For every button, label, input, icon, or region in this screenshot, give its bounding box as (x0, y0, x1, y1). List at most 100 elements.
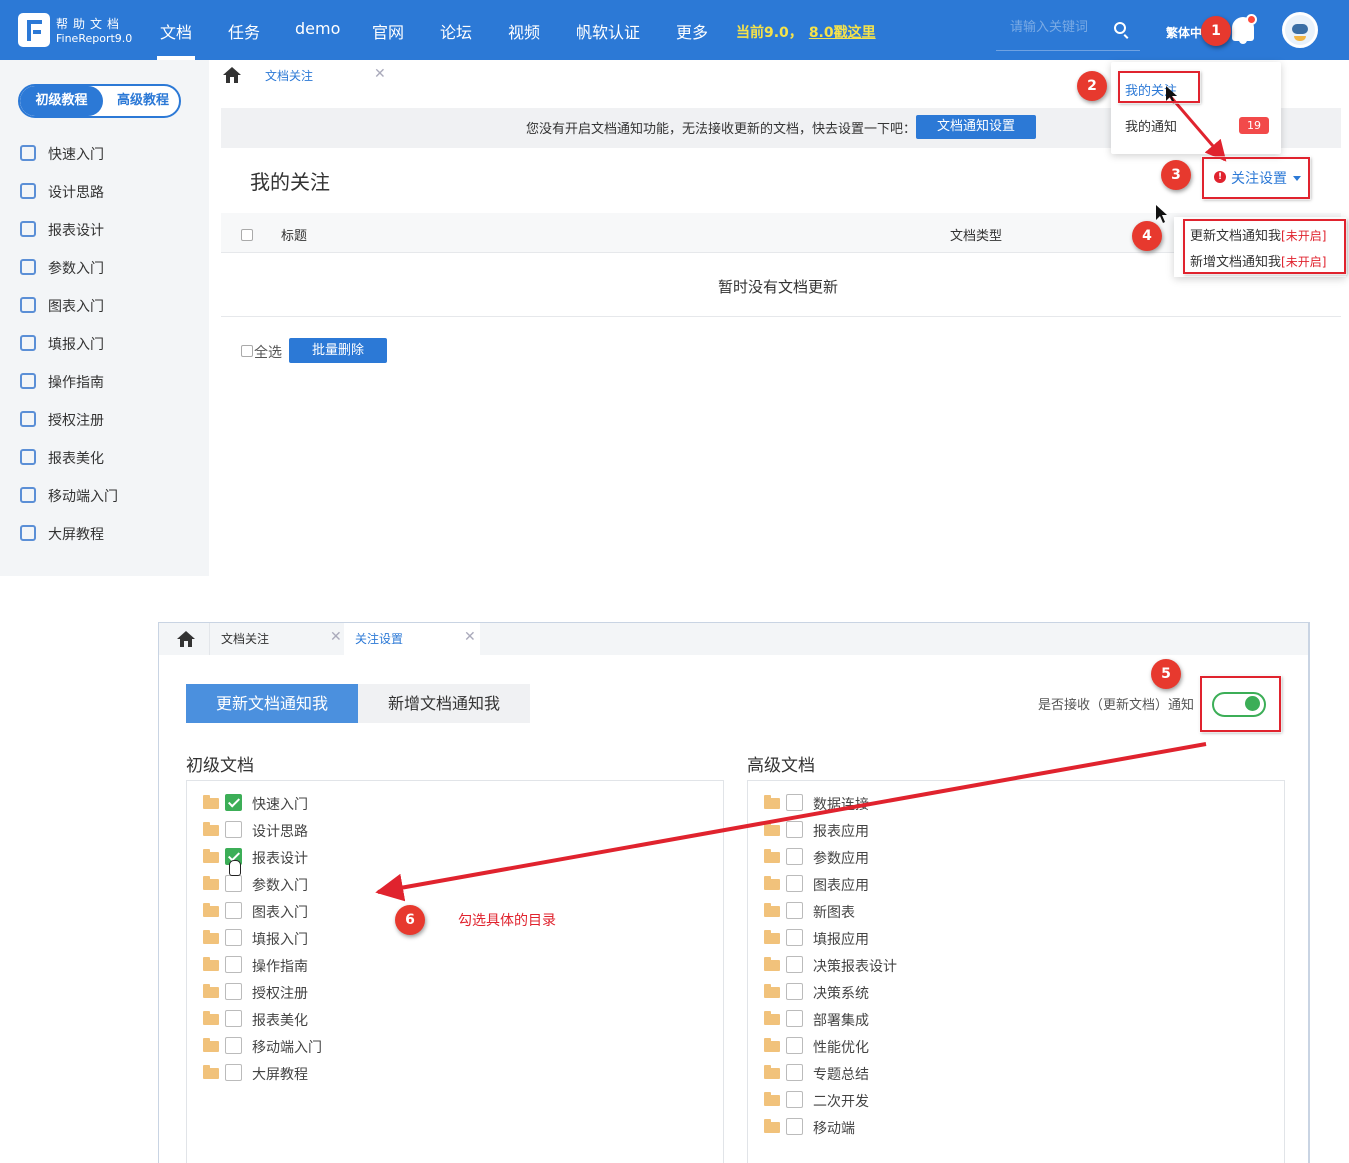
folder-checkbox[interactable] (786, 1037, 803, 1054)
select-all-checkbox[interactable] (241, 345, 253, 357)
language-switch[interactable]: 繁体中 (1166, 24, 1202, 41)
promo-link[interactable]: 8.0戳这里 (809, 25, 876, 41)
close-icon[interactable]: ✕ (330, 629, 342, 645)
guide-icon (20, 373, 36, 389)
segment-update-notify[interactable]: 更新文档通知我 (186, 684, 358, 723)
avatar[interactable] (1282, 12, 1318, 48)
folder-checkbox[interactable] (786, 875, 803, 892)
folder-checkbox[interactable] (225, 983, 242, 1000)
folder-list-item: 设计思路 (203, 819, 503, 846)
nav-demo[interactable]: demo (295, 19, 340, 38)
folder-checkbox[interactable] (786, 1091, 803, 1108)
sidebar-item[interactable]: 移动端入门 (18, 483, 198, 507)
folder-icon (764, 930, 780, 944)
folder-checkbox[interactable] (786, 902, 803, 919)
folder-checkbox[interactable] (225, 1064, 242, 1081)
folder-icon (764, 1038, 780, 1052)
sidebar-item-label: 报表设计 (48, 223, 104, 239)
folder-checkbox[interactable] (786, 1010, 803, 1027)
folder-checkbox[interactable] (786, 956, 803, 973)
sidebar-item[interactable]: 操作指南 (18, 369, 198, 393)
step-badge-3: 3 (1161, 160, 1191, 190)
nav-video[interactable]: 视频 (508, 19, 540, 43)
header-checkbox[interactable] (241, 229, 253, 241)
folder-icon (203, 903, 219, 917)
folder-icon (764, 1065, 780, 1079)
nav-tasks[interactable]: 任务 (228, 19, 260, 43)
folder-list-item: 专题总结 (764, 1062, 1064, 1089)
folder-checkbox[interactable] (786, 1118, 803, 1135)
folder-checkbox[interactable] (786, 848, 803, 865)
folder-icon (764, 957, 780, 971)
tab-advanced-tutorial[interactable]: 高级教程 (106, 86, 179, 116)
folder-label: 移动端入门 (252, 1040, 322, 1056)
screen-icon (20, 525, 36, 541)
batch-delete-button[interactable]: 批量删除 (289, 338, 387, 363)
search-icon[interactable] (1114, 22, 1126, 34)
nav-certification[interactable]: 帆软认证 (576, 19, 640, 43)
folder-checkbox[interactable] (225, 956, 242, 973)
folder-checkbox[interactable] (225, 929, 242, 946)
sidebar-item[interactable]: 报表美化 (18, 445, 198, 469)
folder-checkbox[interactable] (786, 929, 803, 946)
tab-basic-tutorial[interactable]: 初级教程 (20, 86, 103, 116)
tab-doc-follow[interactable]: 文档关注 ✕ (209, 623, 344, 655)
path-icon (20, 183, 36, 199)
folder-icon (203, 984, 219, 998)
folder-list-item: 数据连接 (764, 792, 1064, 819)
folder-list-item: 图表应用 (764, 873, 1064, 900)
search-input[interactable]: 请输入关键词 (1010, 16, 1088, 35)
logo-f-icon (27, 20, 42, 41)
segment-new-notify[interactable]: 新增文档通知我 (358, 684, 530, 723)
folder-list-item: 填报入门 (203, 927, 503, 954)
close-icon[interactable]: ✕ (374, 66, 386, 82)
sidebar-item[interactable]: 快速入门 (18, 141, 198, 165)
tab-doc-follow[interactable]: 文档关注 (265, 60, 313, 92)
pie-chart-icon (20, 297, 36, 313)
sidebar-item[interactable]: 大屏教程 (18, 521, 198, 545)
folder-icon (764, 984, 780, 998)
folder-icon (203, 957, 219, 971)
folder-list-item: 大屏教程 (203, 1062, 503, 1089)
tab-follow-settings[interactable]: 关注设置 ✕ (344, 623, 480, 655)
folder-checkbox[interactable] (786, 821, 803, 838)
sidebar-item[interactable]: 授权注册 (18, 407, 198, 431)
folder-checkbox[interactable] (786, 794, 803, 811)
sidebar-item[interactable]: 报表设计 (18, 217, 198, 241)
home-icon[interactable] (222, 66, 242, 84)
lightning-icon (20, 145, 36, 161)
notice-settings-button[interactable]: 文档通知设置 (916, 115, 1036, 139)
sidebar-item[interactable]: 填报入门 (18, 331, 198, 355)
nav-forum[interactable]: 论坛 (440, 19, 472, 43)
folder-checkbox[interactable] (225, 1037, 242, 1054)
folder-checkbox[interactable] (225, 794, 242, 811)
folder-icon (203, 822, 219, 836)
sidebar-item[interactable]: 设计思路 (18, 179, 198, 203)
nav-website[interactable]: 官网 (372, 19, 404, 43)
folder-list-item: 性能优化 (764, 1035, 1064, 1062)
close-icon[interactable]: ✕ (464, 629, 476, 645)
folder-checkbox[interactable] (225, 1010, 242, 1027)
folder-icon (203, 1011, 219, 1025)
sidebar-item[interactable]: 参数入门 (18, 255, 198, 279)
column-doc-type: 文档类型 (950, 229, 1003, 244)
menu-item-my-notice[interactable]: 我的通知 (1125, 116, 1177, 135)
version-promo[interactable]: 当前9.0， 8.0戳这里 (736, 22, 876, 42)
folder-checkbox[interactable] (225, 875, 242, 892)
sidebar-item[interactable]: 图表入门 (18, 293, 198, 317)
folder-checkbox[interactable] (786, 1064, 803, 1081)
edit-icon (20, 335, 36, 351)
nav-docs[interactable]: 文档 (160, 19, 192, 43)
folder-label: 填报应用 (813, 932, 869, 948)
folder-label: 二次开发 (813, 1094, 869, 1110)
sidebar-item-label: 快速入门 (48, 147, 104, 163)
folder-list-item: 授权注册 (203, 981, 503, 1008)
nav-more[interactable]: 更多 (676, 19, 708, 43)
home-icon[interactable] (176, 630, 196, 648)
select-all-label[interactable]: 全选 (254, 342, 282, 362)
folder-icon (764, 1011, 780, 1025)
folder-checkbox[interactable] (225, 902, 242, 919)
folder-checkbox[interactable] (786, 983, 803, 1000)
folder-checkbox[interactable] (225, 821, 242, 838)
top-navbar (0, 0, 1349, 60)
